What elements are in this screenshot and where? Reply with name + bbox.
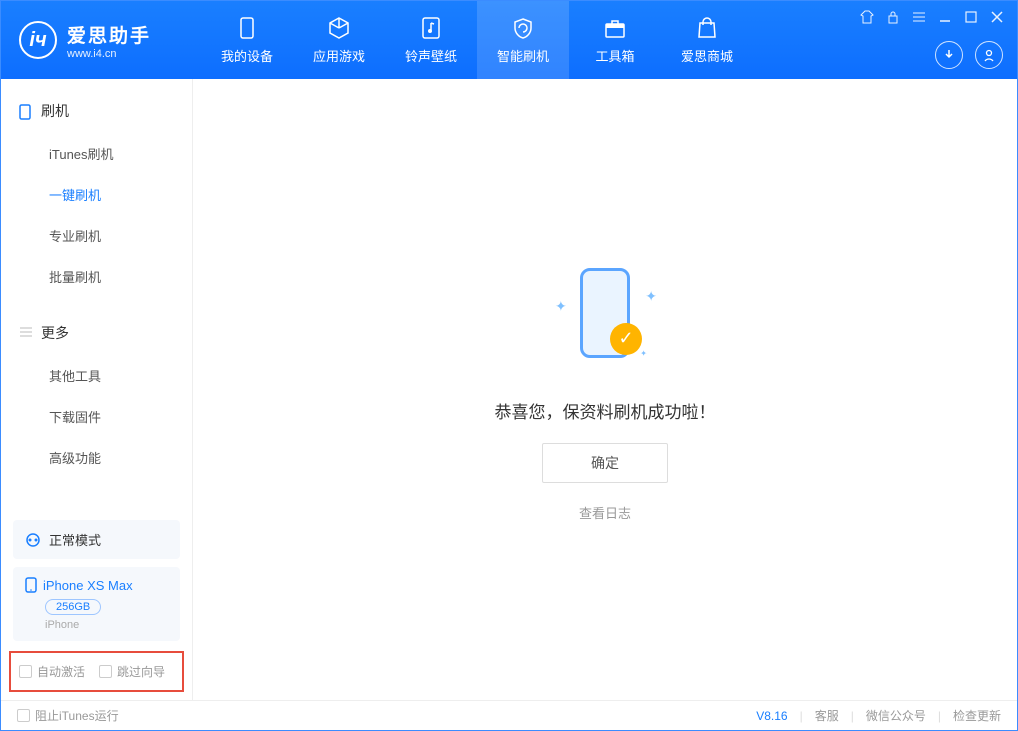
lock-icon[interactable] (885, 9, 901, 25)
cube-icon (327, 16, 351, 40)
shopping-bag-icon (695, 16, 719, 40)
sidebar-item-itunes-flash[interactable]: iTunes刷机 (1, 133, 192, 174)
header-action-circles (935, 41, 1003, 69)
tab-label: 智能刷机 (497, 46, 549, 65)
view-log-link[interactable]: 查看日志 (579, 503, 631, 522)
checkbox-label: 跳过向导 (117, 663, 165, 680)
refresh-shield-icon (511, 16, 535, 40)
app-title: 爱思助手 (67, 21, 151, 48)
minimize-icon[interactable] (937, 9, 953, 25)
flash-options-highlighted: 自动激活 跳过向导 (9, 651, 184, 692)
footer-right: V8.16 | 客服 | 微信公众号 | 检查更新 (756, 707, 1001, 724)
tab-label: 爱思商城 (681, 46, 733, 65)
body-area: 刷机 iTunes刷机 一键刷机 专业刷机 批量刷机 更多 其他工具 下载固件 … (1, 79, 1017, 700)
tab-my-device[interactable]: 我的设备 (201, 1, 293, 79)
logo-area: iч 爱思助手 www.i4.cn (1, 21, 201, 60)
checkbox-icon (17, 709, 30, 722)
device-name: iPhone XS Max (43, 578, 133, 593)
sparkle-icon: ✦ (555, 298, 567, 315)
app-logo-icon: iч (19, 21, 57, 59)
checkbox-block-itunes[interactable]: 阻止iTunes运行 (17, 707, 119, 724)
mode-icon (25, 532, 41, 548)
toolbox-icon (603, 16, 627, 40)
device-box: iPhone XS Max 256GB iPhone (13, 567, 180, 641)
device-icon (235, 16, 259, 40)
divider: | (800, 709, 803, 723)
phone-small-icon (19, 104, 33, 118)
sidebar-head-flash: 刷机 (1, 93, 192, 129)
sidebar: 刷机 iTunes刷机 一键刷机 专业刷机 批量刷机 更多 其他工具 下载固件 … (1, 79, 193, 700)
menu-icon[interactable] (911, 9, 927, 25)
tab-store[interactable]: 爱思商城 (661, 1, 753, 79)
main-tabs: 我的设备 应用游戏 铃声壁纸 智能刷机 工具箱 爱思商城 (201, 1, 753, 79)
checkbox-skip-guide[interactable]: 跳过向导 (99, 663, 165, 680)
tab-label: 应用游戏 (313, 46, 365, 65)
footer-link-wechat[interactable]: 微信公众号 (866, 707, 926, 724)
close-icon[interactable] (989, 9, 1005, 25)
logo-text: 爱思助手 www.i4.cn (67, 21, 151, 60)
user-circle-icon[interactable] (975, 41, 1003, 69)
sidebar-head-label: 刷机 (41, 101, 69, 121)
app-subtitle: www.i4.cn (67, 48, 151, 60)
list-icon (19, 326, 33, 340)
iphone-icon (25, 577, 37, 593)
tab-toolbox[interactable]: 工具箱 (569, 1, 661, 79)
sidebar-section-more: 更多 其他工具 下载固件 高级功能 (1, 301, 192, 482)
sidebar-item-batch-flash[interactable]: 批量刷机 (1, 256, 192, 297)
sidebar-items-flash: iTunes刷机 一键刷机 专业刷机 批量刷机 (1, 129, 192, 301)
sidebar-item-oneclick-flash[interactable]: 一键刷机 (1, 174, 192, 215)
checkbox-icon (19, 665, 32, 678)
checkmark-badge-icon: ✓ (610, 323, 642, 355)
mode-box: 正常模式 (13, 520, 180, 559)
checkbox-icon (99, 665, 112, 678)
version-label: V8.16 (756, 709, 787, 723)
tab-apps-games[interactable]: 应用游戏 (293, 1, 385, 79)
success-message: 恭喜您，保资料刷机成功啦！ (495, 398, 716, 423)
checkbox-label: 阻止iTunes运行 (35, 707, 119, 724)
mode-label: 正常模式 (49, 530, 101, 549)
sidebar-head-label: 更多 (41, 323, 69, 343)
sidebar-item-advanced[interactable]: 高级功能 (1, 437, 192, 478)
device-type: iPhone (45, 619, 168, 631)
device-capacity: 256GB (45, 599, 101, 615)
footer-link-support[interactable]: 客服 (815, 707, 839, 724)
tab-ringtones[interactable]: 铃声壁纸 (385, 1, 477, 79)
tab-label: 工具箱 (595, 46, 634, 65)
tab-label: 我的设备 (221, 46, 273, 65)
tab-smart-flash[interactable]: 智能刷机 (477, 1, 569, 79)
sidebar-item-other-tools[interactable]: 其他工具 (1, 355, 192, 396)
maximize-icon[interactable] (963, 9, 979, 25)
footer-link-update[interactable]: 检查更新 (953, 707, 1001, 724)
checkbox-auto-activate[interactable]: 自动激活 (19, 663, 85, 680)
app-header: iч 爱思助手 www.i4.cn 我的设备 应用游戏 铃声壁纸 智能刷机 工具… (1, 1, 1017, 79)
sidebar-item-download-firmware[interactable]: 下载固件 (1, 396, 192, 437)
sparkle-icon: ✦ (645, 288, 657, 305)
window-controls (859, 9, 1005, 25)
shirt-icon[interactable] (859, 9, 875, 25)
success-illustration: ✦ ✦ ✦ ✓ (545, 258, 665, 378)
divider: | (851, 709, 854, 723)
footer: 阻止iTunes运行 V8.16 | 客服 | 微信公众号 | 检查更新 (1, 700, 1017, 730)
sidebar-item-pro-flash[interactable]: 专业刷机 (1, 215, 192, 256)
sidebar-head-more: 更多 (1, 315, 192, 351)
music-note-icon (419, 16, 443, 40)
device-name-row: iPhone XS Max (25, 577, 168, 593)
checkbox-label: 自动激活 (37, 663, 85, 680)
divider: | (938, 709, 941, 723)
main-content: ✦ ✦ ✦ ✓ 恭喜您，保资料刷机成功啦！ 确定 查看日志 (193, 79, 1017, 700)
confirm-button[interactable]: 确定 (542, 443, 668, 483)
download-circle-icon[interactable] (935, 41, 963, 69)
sidebar-items-more: 其他工具 下载固件 高级功能 (1, 351, 192, 482)
footer-left: 阻止iTunes运行 (17, 707, 119, 724)
tab-label: 铃声壁纸 (405, 46, 457, 65)
sidebar-section-flash: 刷机 iTunes刷机 一键刷机 专业刷机 批量刷机 (1, 79, 192, 301)
sparkle-icon: ✦ (640, 349, 647, 358)
